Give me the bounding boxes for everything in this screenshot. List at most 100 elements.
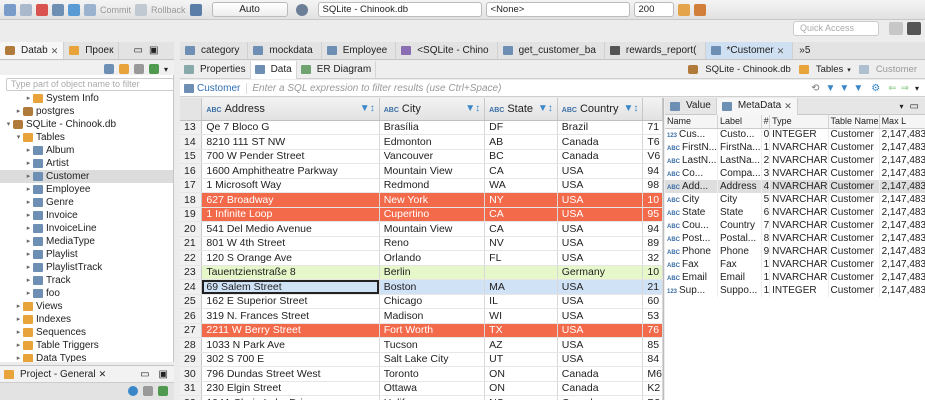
metadata-row[interactable]: ABC FirstN... FirstNa... 1 NVARCHAR Customer 2… xyxy=(665,141,925,154)
execute-icon[interactable] xyxy=(677,3,690,16)
cell-city[interactable]: New York xyxy=(379,192,486,208)
table-row[interactable]: 25 162 E Superior Street Chicago IL USA 60 xyxy=(180,294,663,309)
cell-extra[interactable]: 98 xyxy=(642,178,663,193)
table-row[interactable]: 21 801 W 4th Street Reno NV USA 89 xyxy=(180,236,663,251)
cell-state[interactable]: AB xyxy=(484,134,558,150)
cell-city[interactable]: Vancouver xyxy=(379,149,486,164)
cell-country[interactable]: Canada xyxy=(557,395,644,400)
cell-city[interactable]: Brasília xyxy=(379,120,486,135)
row-number[interactable]: 25 xyxy=(180,294,203,309)
cell-extra[interactable]: 95 xyxy=(642,207,663,222)
collapsed-arrow-icon[interactable]: ▸ xyxy=(24,261,33,274)
cell-country[interactable]: USA xyxy=(557,323,644,338)
cell-address[interactable]: 1 Infinite Loop xyxy=(201,207,380,222)
cell-country[interactable]: USA xyxy=(557,178,644,193)
disconnect-icon[interactable] xyxy=(20,3,32,16)
cell-address[interactable]: 1033 N Park Ave xyxy=(201,337,380,353)
collapsed-arrow-icon[interactable]: ▸ xyxy=(14,326,23,339)
row-number[interactable]: 13 xyxy=(180,120,203,135)
tab-er-diagram[interactable]: ER Diagram xyxy=(297,60,377,79)
cell-extra[interactable]: M6 xyxy=(642,366,663,382)
cell-address[interactable]: 69 Salem Street xyxy=(201,279,380,295)
metadata-row[interactable]: ABC State State 6 NVARCHAR Customer 2,147,483 xyxy=(665,206,925,219)
tab-metadata[interactable]: MetaData ✕ xyxy=(716,98,798,115)
row-number[interactable]: 17 xyxy=(180,178,203,193)
cell-state[interactable]: NY xyxy=(484,192,558,208)
cell-state[interactable]: WA xyxy=(484,178,558,193)
row-number[interactable]: 15 xyxy=(180,149,203,164)
cell-country[interactable]: USA xyxy=(557,308,644,324)
breadcrumb-tables[interactable]: Tables xyxy=(816,64,843,75)
cell-state[interactable]: ON xyxy=(484,381,558,396)
column-filter-icon[interactable]: ▼↕ xyxy=(623,103,638,114)
metadata-row[interactable]: ABC Phone Phone 9 NVARCHAR Customer 2,147,483 xyxy=(665,245,925,258)
cell-country[interactable]: USA xyxy=(557,207,644,222)
cell-address[interactable]: 796 Dundas Street West xyxy=(201,366,380,382)
cell-city[interactable]: Madison xyxy=(379,308,486,324)
cell-city[interactable]: Tucson xyxy=(379,337,486,353)
metadata-row[interactable]: ABC LastN... LastNa... 2 NVARCHAR Customer 2,1… xyxy=(665,154,925,167)
link-icon[interactable] xyxy=(103,64,114,74)
cell-country[interactable]: USA xyxy=(557,279,644,295)
column-header-city[interactable]: ABC City ▼↕ xyxy=(379,98,486,121)
cell-country[interactable]: USA xyxy=(557,236,644,251)
cell-extra[interactable]: 71 xyxy=(642,120,663,135)
cell-state[interactable]: TX xyxy=(484,323,558,338)
column-header-address[interactable]: ABC Address ▼↕ xyxy=(201,98,380,121)
tree-item[interactable]: ▸ System Info xyxy=(0,92,173,105)
table-row[interactable]: 32194A Chain Lake DriveHalifaxNSCanadaB3 xyxy=(180,395,663,400)
collapsed-arrow-icon[interactable]: ▸ xyxy=(24,92,33,105)
cell-extra[interactable]: 76 xyxy=(642,323,663,338)
cell-country[interactable]: USA xyxy=(557,221,644,237)
row-number[interactable]: 16 xyxy=(180,163,203,179)
collapsed-arrow-icon[interactable]: ▸ xyxy=(24,235,33,248)
cell-extra[interactable]: 85 xyxy=(642,337,663,353)
cell-city[interactable]: Mountain View xyxy=(379,163,486,179)
metadata-row[interactable]: 123 Sup... Suppo... 1 INTEGER Customer 2,147,4… xyxy=(665,284,925,297)
breadcrumb-customer[interactable]: Customer xyxy=(876,64,917,75)
maximize-icon[interactable]: ▣ xyxy=(159,369,168,380)
meta-col-type[interactable]: Type xyxy=(769,115,829,129)
cell-extra[interactable]: T6 xyxy=(642,134,663,150)
column-filter-icon[interactable]: ▼↕ xyxy=(538,103,553,114)
expanded-arrow-icon[interactable]: ▾ xyxy=(14,131,23,144)
metadata-row[interactable]: 123 Cus... Custo... 0 INTEGER Customer 2,147,4… xyxy=(665,128,925,141)
minimize-icon[interactable]: ▭ xyxy=(133,45,142,56)
tree-item[interactable]: ▾ Tables xyxy=(0,131,173,144)
cell-extra[interactable]: K2 xyxy=(642,381,663,396)
cell-city[interactable]: Mountain View xyxy=(379,221,486,237)
collapse-icon[interactable] xyxy=(133,64,144,74)
cell-state[interactable]: CA xyxy=(484,163,558,179)
table-row[interactable]: 18 627 Broadway New York NY USA 10 xyxy=(180,192,663,208)
cell-address[interactable]: 1 Microsoft Way xyxy=(201,178,380,193)
cell-city[interactable]: Halifax xyxy=(379,395,486,400)
new-folder-icon[interactable] xyxy=(118,64,129,74)
collapsed-arrow-icon[interactable]: ▸ xyxy=(24,196,33,209)
collapsed-arrow-icon[interactable]: ▸ xyxy=(24,183,33,196)
tree-item[interactable]: ▸ Invoice xyxy=(0,209,173,222)
meta-col-name[interactable]: Name xyxy=(665,115,718,129)
table-row[interactable]: 16 1600 Amphitheatre Parkway Mountain View… xyxy=(180,163,663,179)
cell-extra[interactable]: 60 xyxy=(642,294,663,309)
cell-country[interactable]: USA xyxy=(557,163,644,179)
collapsed-arrow-icon[interactable]: ▸ xyxy=(24,248,33,261)
sync-icon[interactable] xyxy=(158,386,168,396)
cell-state[interactable]: MA xyxy=(484,279,558,295)
table-row[interactable]: 20 541 Del Medio Avenue Mountain View CA USA… xyxy=(180,221,663,237)
row-number[interactable]: 19 xyxy=(180,207,203,222)
cell-city[interactable]: Cupertino xyxy=(379,207,486,222)
tree-item[interactable]: ▸ Sequences xyxy=(0,326,173,339)
perspective-icon[interactable] xyxy=(889,22,903,35)
cell-address[interactable]: Qe 7 Bloco G xyxy=(201,120,380,135)
filter-icon[interactable]: ▼ xyxy=(826,83,836,94)
tree-item[interactable]: ▸ Employee xyxy=(0,183,173,196)
table-row[interactable]: 27 2211 W Berry Street Fort Worth TX USA 76 xyxy=(180,323,663,338)
cell-country[interactable]: Canada xyxy=(557,381,644,396)
close-icon[interactable]: ✕ xyxy=(51,42,59,59)
tree-item[interactable]: ▸ Artist xyxy=(0,157,173,170)
cell-state[interactable]: WI xyxy=(484,308,558,324)
table-row[interactable]: 24 69 Salem Street Boston MA USA 21 xyxy=(180,279,663,295)
quick-access-input[interactable]: Quick Access xyxy=(793,21,879,36)
back-icon[interactable]: ⇐ xyxy=(888,83,896,94)
cell-country[interactable]: USA xyxy=(557,250,644,266)
